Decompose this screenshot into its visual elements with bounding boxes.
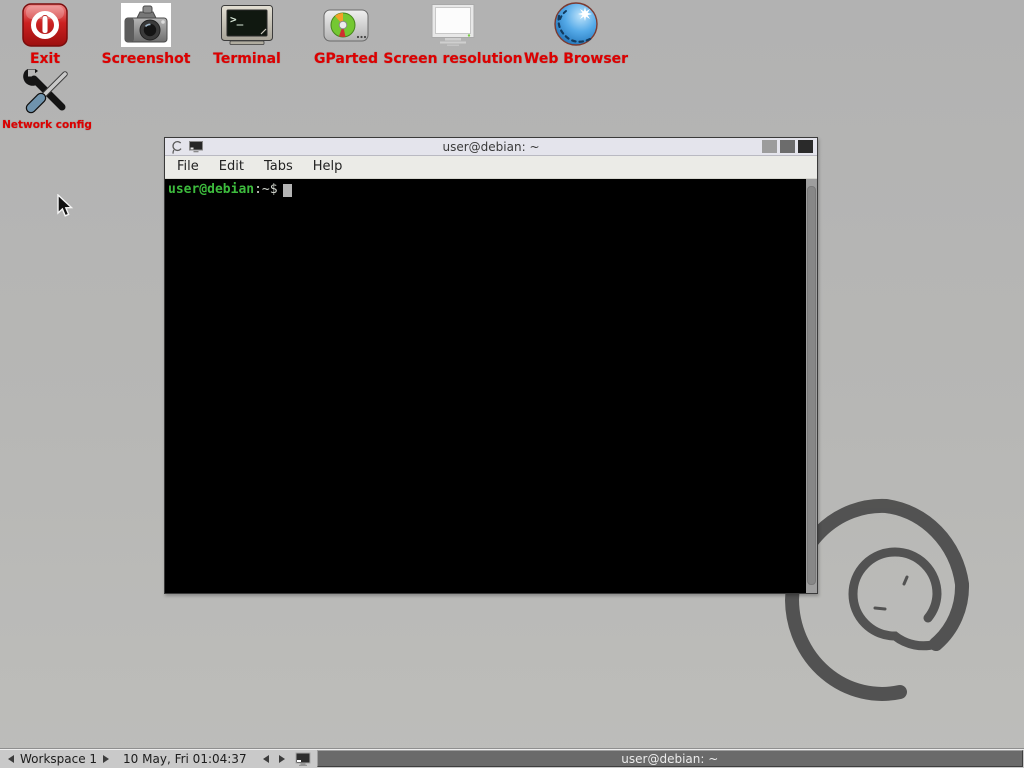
desktop-icon-label: Network config	[2, 119, 92, 131]
taskbar: Workspace 1 10 May, Fri 01:04:37 user@de…	[0, 748, 1024, 768]
maximize-button[interactable]	[780, 140, 795, 153]
desktop-icon-label: Exit	[30, 51, 60, 67]
desktop-icon-web-browser[interactable]: Web Browser	[516, 1, 636, 67]
close-button[interactable]	[798, 140, 813, 153]
desktop-icon-label: Terminal	[213, 51, 281, 67]
task-prev-icon[interactable]	[263, 755, 269, 763]
desktop-icon-screen-resolution[interactable]: Screen resolution	[381, 1, 525, 67]
camera-icon	[121, 3, 171, 47]
workspace-next-icon[interactable]	[103, 755, 109, 763]
desktop-icon-label: Screenshot	[102, 51, 191, 67]
power-icon	[22, 3, 68, 47]
task-next-icon[interactable]	[279, 755, 285, 763]
crt-terminal-icon: >_	[220, 4, 274, 47]
desktop-icon-screenshot[interactable]: Screenshot	[94, 1, 198, 67]
terminal-cursor	[283, 184, 292, 197]
tools-icon	[20, 69, 74, 115]
desktop-icon-exit[interactable]: Exit	[13, 1, 77, 67]
workspace-prev-icon[interactable]	[8, 755, 14, 763]
desktop-icon-label: Screen resolution	[383, 51, 522, 67]
menu-help[interactable]: Help	[303, 156, 353, 178]
terminal-screen[interactable]: user@debian:~$	[165, 179, 817, 593]
svg-text:>_: >_	[230, 13, 244, 26]
minimize-button[interactable]	[762, 140, 777, 153]
taskbar-task-button[interactable]: user@debian: ~	[317, 750, 1023, 767]
prompt-user-host: user@debian	[168, 182, 254, 197]
menu-tabs[interactable]: Tabs	[254, 156, 303, 178]
disk-partition-icon	[322, 5, 370, 47]
terminal-menubar: File Edit Tabs Help	[165, 156, 817, 179]
menu-edit[interactable]: Edit	[209, 156, 254, 178]
monitor-icon	[428, 3, 478, 47]
terminal-window: user@debian: ~ File Edit Tabs Help user@…	[164, 137, 818, 594]
window-titlebar[interactable]: user@debian: ~	[165, 138, 817, 156]
prompt-path: ~	[262, 182, 270, 197]
desktop-icon-network-config[interactable]: Network config	[0, 69, 94, 131]
show-desktop-icon[interactable]	[295, 752, 311, 766]
task-button-label: user@debian: ~	[621, 752, 718, 766]
terminal-prompt-line: user@debian:~$	[165, 179, 806, 593]
desktop-icon-label: GParted	[314, 51, 378, 67]
scrollbar-thumb[interactable]	[807, 186, 816, 585]
menu-file[interactable]: File	[167, 156, 209, 178]
globe-icon	[552, 1, 600, 47]
prompt-dollar: $	[270, 182, 278, 197]
window-title: user@debian: ~	[165, 140, 817, 154]
debian-swirl-icon	[170, 139, 183, 155]
prompt-colon: :	[254, 182, 262, 197]
window-app-icon	[189, 141, 203, 153]
workspace-label: Workspace 1	[20, 752, 97, 766]
desktop-icon-label: Web Browser	[524, 51, 628, 67]
taskbar-clock: 10 May, Fri 01:04:37	[115, 752, 255, 766]
mouse-cursor	[57, 194, 74, 218]
terminal-scrollbar[interactable]	[806, 179, 817, 593]
desktop-icon-terminal[interactable]: >_ Terminal	[195, 1, 299, 67]
